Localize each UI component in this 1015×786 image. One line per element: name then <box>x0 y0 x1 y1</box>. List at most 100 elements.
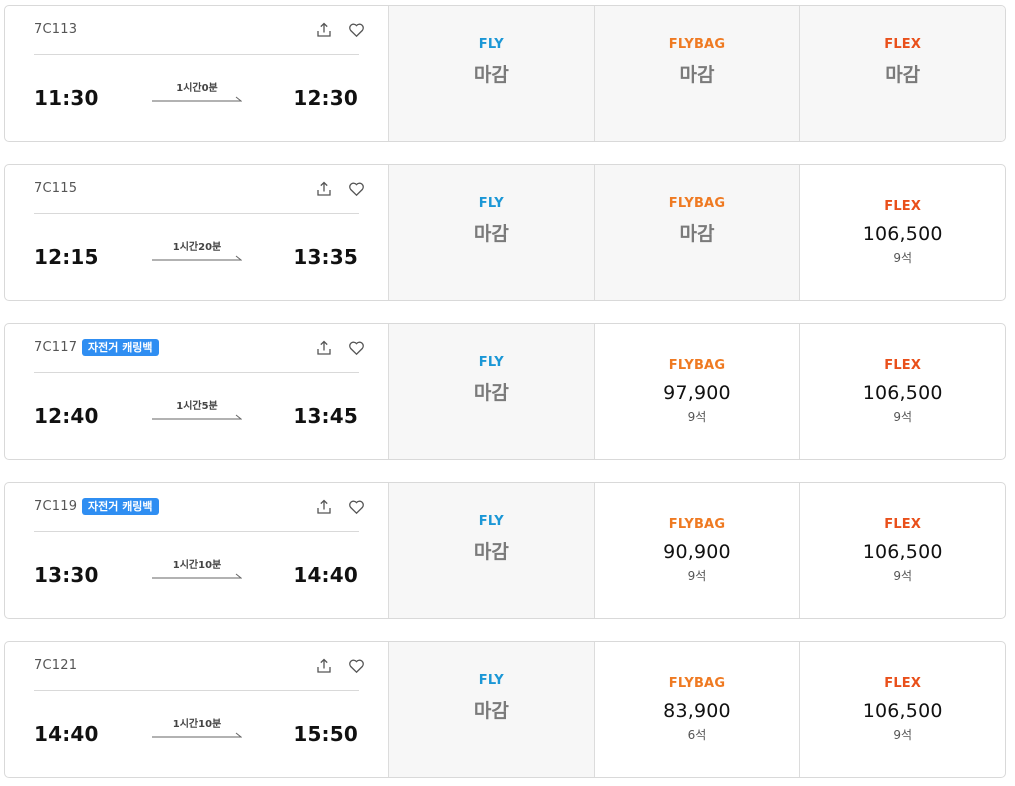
fare-flex[interactable]: FLEX 106,500 9석 <box>800 165 1005 300</box>
fare-name: FLY <box>478 673 504 688</box>
flight-number: 7C115 <box>34 181 78 196</box>
heart-icon[interactable] <box>346 179 366 199</box>
departure-time: 14:40 <box>34 722 99 746</box>
fare-flex[interactable]: FLEX 106,500 9석 <box>800 324 1005 459</box>
fare-name: FLEX <box>884 199 922 214</box>
fare-name: FLEX <box>884 676 922 691</box>
fare-seats: 6석 <box>687 728 707 742</box>
fare-price: 83,900 <box>663 700 731 722</box>
fare-name: FLYBAG <box>668 676 726 691</box>
flight-card: 7C121 14:40 1시간10분 15:50 FLY 마감 FLYBAG 8… <box>4 641 1006 778</box>
fare-price: 106,500 <box>862 223 943 245</box>
fare-flybag[interactable]: FLYBAG 마감 <box>594 165 801 300</box>
flight-info: 7C115 12:15 1시간20분 13:35 <box>5 165 389 300</box>
arrival-time: 13:35 <box>293 245 358 269</box>
duration-arrow-icon <box>152 414 242 420</box>
fare-status: 마감 <box>679 223 715 245</box>
fare-flex[interactable]: FLEX 마감 <box>800 6 1005 141</box>
flight-duration: 1시간10분 <box>172 719 222 730</box>
divider <box>34 531 359 532</box>
arrival-time: 13:45 <box>293 404 358 428</box>
fare-seats: 9석 <box>687 569 707 583</box>
fare-seats: 9석 <box>893 728 913 742</box>
fare-status: 마감 <box>473 64 509 86</box>
fare-name: FLYBAG <box>668 37 726 52</box>
fare-fly[interactable]: FLY 마감 <box>389 165 595 300</box>
flight-info: 7C121 14:40 1시간10분 15:50 <box>5 642 389 777</box>
departure-time: 11:30 <box>34 86 99 110</box>
flight-duration: 1시간5분 <box>176 401 218 412</box>
fare-fly[interactable]: FLY 마감 <box>389 6 595 141</box>
divider <box>34 372 359 373</box>
fare-name: FLEX <box>884 37 922 52</box>
share-icon[interactable] <box>314 179 334 199</box>
fare-name: FLY <box>478 514 504 529</box>
fare-seats: 9석 <box>893 410 913 424</box>
fare-flybag[interactable]: FLYBAG 90,900 9석 <box>595 483 801 618</box>
share-icon[interactable] <box>314 497 334 517</box>
divider <box>34 690 359 691</box>
divider <box>34 54 359 55</box>
fare-fly[interactable]: FLY 마감 <box>389 483 595 618</box>
share-icon[interactable] <box>314 656 334 676</box>
share-icon[interactable] <box>314 20 334 40</box>
fare-seats: 9석 <box>893 569 913 583</box>
divider <box>34 213 359 214</box>
fare-price: 106,500 <box>862 382 943 404</box>
flight-list: 7C113 11:30 1시간0분 12:30 FLY 마감 FLYBAG 마감… <box>0 0 1015 786</box>
fare-name: FLYBAG <box>668 358 726 373</box>
heart-icon[interactable] <box>346 497 366 517</box>
flight-number: 7C117 <box>34 340 78 355</box>
fare-name: FLYBAG <box>668 517 726 532</box>
fare-price: 97,900 <box>663 382 731 404</box>
duration-arrow-icon <box>152 255 242 261</box>
duration-arrow-icon <box>152 96 242 102</box>
fare-flex[interactable]: FLEX 106,500 9석 <box>800 483 1005 618</box>
fare-flybag[interactable]: FLYBAG 83,900 6석 <box>595 642 801 777</box>
departure-time: 13:30 <box>34 563 99 587</box>
heart-icon[interactable] <box>346 20 366 40</box>
heart-icon[interactable] <box>346 656 366 676</box>
arrival-time: 12:30 <box>293 86 358 110</box>
fare-name: FLEX <box>884 358 922 373</box>
flight-duration: 1시간20분 <box>172 242 222 253</box>
fare-price: 106,500 <box>862 700 943 722</box>
share-icon[interactable] <box>314 338 334 358</box>
flight-number: 7C113 <box>34 22 78 37</box>
fare-status: 마감 <box>885 64 921 86</box>
fare-status: 마감 <box>473 223 509 245</box>
arrival-time: 15:50 <box>293 722 358 746</box>
flight-card: 7C119 자전거 캐링백 13:30 1시간10분 14:40 FLY 마감 … <box>4 482 1006 619</box>
fare-flybag[interactable]: FLYBAG 마감 <box>594 6 801 141</box>
flight-number: 7C121 <box>34 658 78 673</box>
flight-duration: 1시간0분 <box>176 83 218 94</box>
fare-name: FLY <box>478 196 504 211</box>
flight-info: 7C117 자전거 캐링백 12:40 1시간5분 13:45 <box>5 324 389 459</box>
heart-icon[interactable] <box>346 338 366 358</box>
fare-name: FLYBAG <box>668 196 726 211</box>
fare-status: 마감 <box>473 700 509 722</box>
fare-seats: 9석 <box>687 410 707 424</box>
flight-info: 7C119 자전거 캐링백 13:30 1시간10분 14:40 <box>5 483 389 618</box>
duration-arrow-icon <box>152 573 242 579</box>
flight-card: 7C115 12:15 1시간20분 13:35 FLY 마감 FLYBAG 마… <box>4 164 1006 301</box>
fare-flybag[interactable]: FLYBAG 97,900 9석 <box>595 324 801 459</box>
promo-badge: 자전거 캐링백 <box>82 498 159 515</box>
fare-seats: 9석 <box>893 251 913 265</box>
fare-fly[interactable]: FLY 마감 <box>389 324 595 459</box>
fare-fly[interactable]: FLY 마감 <box>389 642 595 777</box>
departure-time: 12:40 <box>34 404 99 428</box>
fare-price: 90,900 <box>663 541 731 563</box>
fare-flex[interactable]: FLEX 106,500 9석 <box>800 642 1005 777</box>
duration-arrow-icon <box>152 732 242 738</box>
arrival-time: 14:40 <box>293 563 358 587</box>
fare-name: FLY <box>478 37 504 52</box>
fare-price: 106,500 <box>862 541 943 563</box>
flight-card: 7C117 자전거 캐링백 12:40 1시간5분 13:45 FLY 마감 F… <box>4 323 1006 460</box>
fare-name: FLY <box>478 355 504 370</box>
flight-number: 7C119 <box>34 499 78 514</box>
promo-badge: 자전거 캐링백 <box>82 339 159 356</box>
departure-time: 12:15 <box>34 245 99 269</box>
fare-status: 마감 <box>473 541 509 563</box>
fare-status: 마감 <box>679 64 715 86</box>
